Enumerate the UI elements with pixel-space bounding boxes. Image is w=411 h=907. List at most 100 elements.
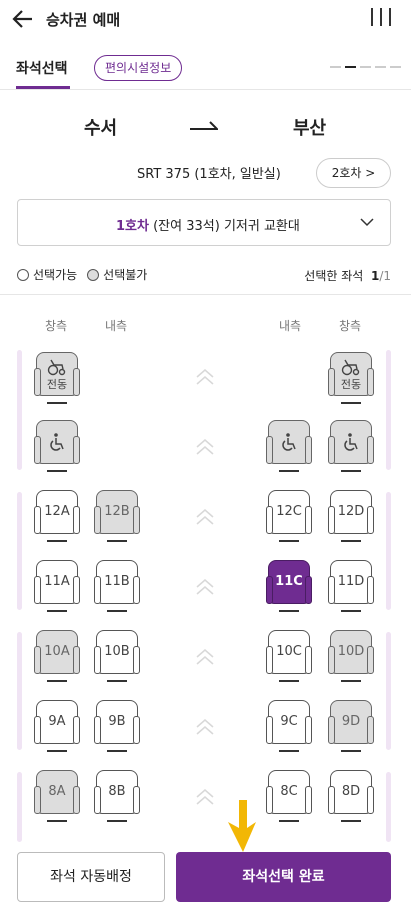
wheelchair-icon: [47, 359, 66, 376]
page-title: 승차권 예매: [46, 11, 121, 29]
seat-label: 9D: [341, 714, 361, 729]
wall-rail: [17, 772, 22, 842]
seat-9C[interactable]: 9C: [266, 700, 312, 754]
seat-8D[interactable]: 8D: [328, 770, 374, 824]
chevron-up-icon: [196, 789, 214, 805]
seat-label: 11C: [275, 574, 303, 589]
pointer-arrow-icon: [228, 800, 256, 852]
seat-9D: 9D: [328, 700, 374, 754]
seat-label: 10A: [44, 644, 70, 659]
wall-rail: [386, 350, 391, 470]
seat-label: 전동: [46, 378, 68, 391]
selected-seat-count: 선택한 좌석 1/1: [304, 267, 391, 284]
seat-wheelchair-powered-right: 전동: [328, 352, 374, 406]
seat-label: 8D: [341, 784, 361, 799]
seat-10A: 10A: [34, 630, 80, 684]
legend-available-label: 선택가능: [33, 268, 78, 282]
legend-unavailable: 선택불가: [87, 266, 147, 283]
column-window-right: 창측: [339, 319, 362, 333]
seat-label: 10B: [104, 644, 130, 659]
auto-assign-button[interactable]: 좌석 자동배정: [17, 852, 165, 902]
column-aisle-right: 내측: [279, 319, 302, 333]
seat-10D: 10D: [328, 630, 374, 684]
seat-9A[interactable]: 9A: [34, 700, 80, 754]
app-header: 승차권 예매: [0, 0, 411, 40]
divider: [0, 294, 411, 295]
chevron-up-icon: [196, 719, 214, 735]
arrival-station: 부산: [293, 118, 327, 139]
selected-total: /1: [379, 269, 391, 283]
seat-10C[interactable]: 10C: [266, 630, 312, 684]
seat-8C[interactable]: 8C: [266, 770, 312, 824]
seat-8B[interactable]: 8B: [94, 770, 140, 824]
complete-selection-button[interactable]: 좌석선택 완료: [176, 852, 391, 902]
wheelchair-icon: [344, 433, 358, 451]
seat-12C[interactable]: 12C: [266, 490, 312, 544]
available-circle-icon: [17, 268, 29, 281]
wheelchair-icon: [50, 433, 64, 451]
seat-12A[interactable]: 12A: [34, 490, 80, 544]
seat-label: 8C: [280, 784, 298, 799]
seat-12D[interactable]: 12D: [328, 490, 374, 544]
tab-active-indicator: [16, 86, 70, 89]
seat-9B[interactable]: 9B: [94, 700, 140, 754]
column-window-left: 창측: [45, 319, 68, 333]
seat-11A[interactable]: 11A: [34, 560, 80, 614]
seat-12B: 12B: [94, 490, 140, 544]
seat-label: 10C: [276, 644, 302, 659]
wall-rail: [17, 632, 22, 750]
train-info: SRT 375 (1호차, 일반실): [137, 167, 281, 182]
departure-station: 수서: [84, 118, 118, 139]
seat-label: 12A: [44, 504, 70, 519]
column-aisle-left: 내측: [105, 319, 128, 333]
seat-label: 12D: [337, 504, 365, 519]
chevron-up-icon: [196, 509, 214, 525]
car-number: 1호차: [116, 219, 149, 234]
unavailable-circle-icon: [87, 268, 100, 281]
seat-wheelchair-right-window: [328, 420, 374, 474]
menu-icon[interactable]: [371, 8, 391, 30]
arrow-left-icon[interactable]: [10, 6, 36, 32]
chevron-down-icon: [360, 218, 374, 227]
car-select-dropdown[interactable]: 1호차 (잔여 33석) 기저귀 교환대: [17, 199, 391, 246]
chevron-up-icon: [196, 439, 214, 455]
seat-label: 전동: [340, 378, 362, 391]
selected-label: 선택한 좌석: [304, 269, 364, 283]
tab-bar: 좌석선택 편의시설정보: [0, 48, 411, 90]
route-display: 수서 부산: [0, 110, 411, 140]
wheelchair-icon: [282, 433, 296, 451]
seat-label: 8B: [108, 784, 126, 799]
seat-label: 8A: [48, 784, 66, 799]
chevron-up-icon: [196, 649, 214, 665]
seat-label: 9C: [280, 714, 298, 729]
seat-11B[interactable]: 11B: [94, 560, 140, 614]
seat-11D[interactable]: 11D: [328, 560, 374, 614]
wheelchair-icon: [341, 359, 360, 376]
wall-rail: [17, 350, 22, 470]
legend-available: 선택가능: [17, 266, 77, 283]
seat-label: 12C: [276, 504, 302, 519]
seat-wheelchair-right-aisle: [266, 420, 312, 474]
seat-label: 11B: [104, 574, 130, 589]
tab-seat-select[interactable]: 좌석선택: [16, 58, 68, 78]
seat-label: 9B: [108, 714, 126, 729]
seat-label: 9A: [48, 714, 66, 729]
page-indicator: [330, 66, 401, 68]
car-select-text: 1호차 (잔여 33석) 기저귀 교환대: [116, 215, 300, 234]
seat-label: 10D: [337, 644, 365, 659]
seat-label: 11D: [337, 574, 365, 589]
wall-rail: [17, 492, 22, 610]
chevron-up-icon: [196, 579, 214, 595]
seat-8A: 8A: [34, 770, 80, 824]
bottom-action-bar: 좌석 자동배정 좌석선택 완료: [0, 843, 411, 907]
next-car-button[interactable]: 2호차 >: [316, 158, 391, 188]
legend-unavailable-label: 선택불가: [103, 268, 148, 282]
seat-wheelchair-left: [34, 420, 80, 474]
tab-facility-info[interactable]: 편의시설정보: [94, 55, 183, 81]
route-arrow-icon: [190, 121, 218, 130]
seat-11C-selected[interactable]: 11C: [266, 560, 312, 614]
wall-rail: [386, 632, 391, 750]
chevron-up-icon: [196, 369, 214, 385]
seat-10B[interactable]: 10B: [94, 630, 140, 684]
wall-rail: [386, 492, 391, 610]
